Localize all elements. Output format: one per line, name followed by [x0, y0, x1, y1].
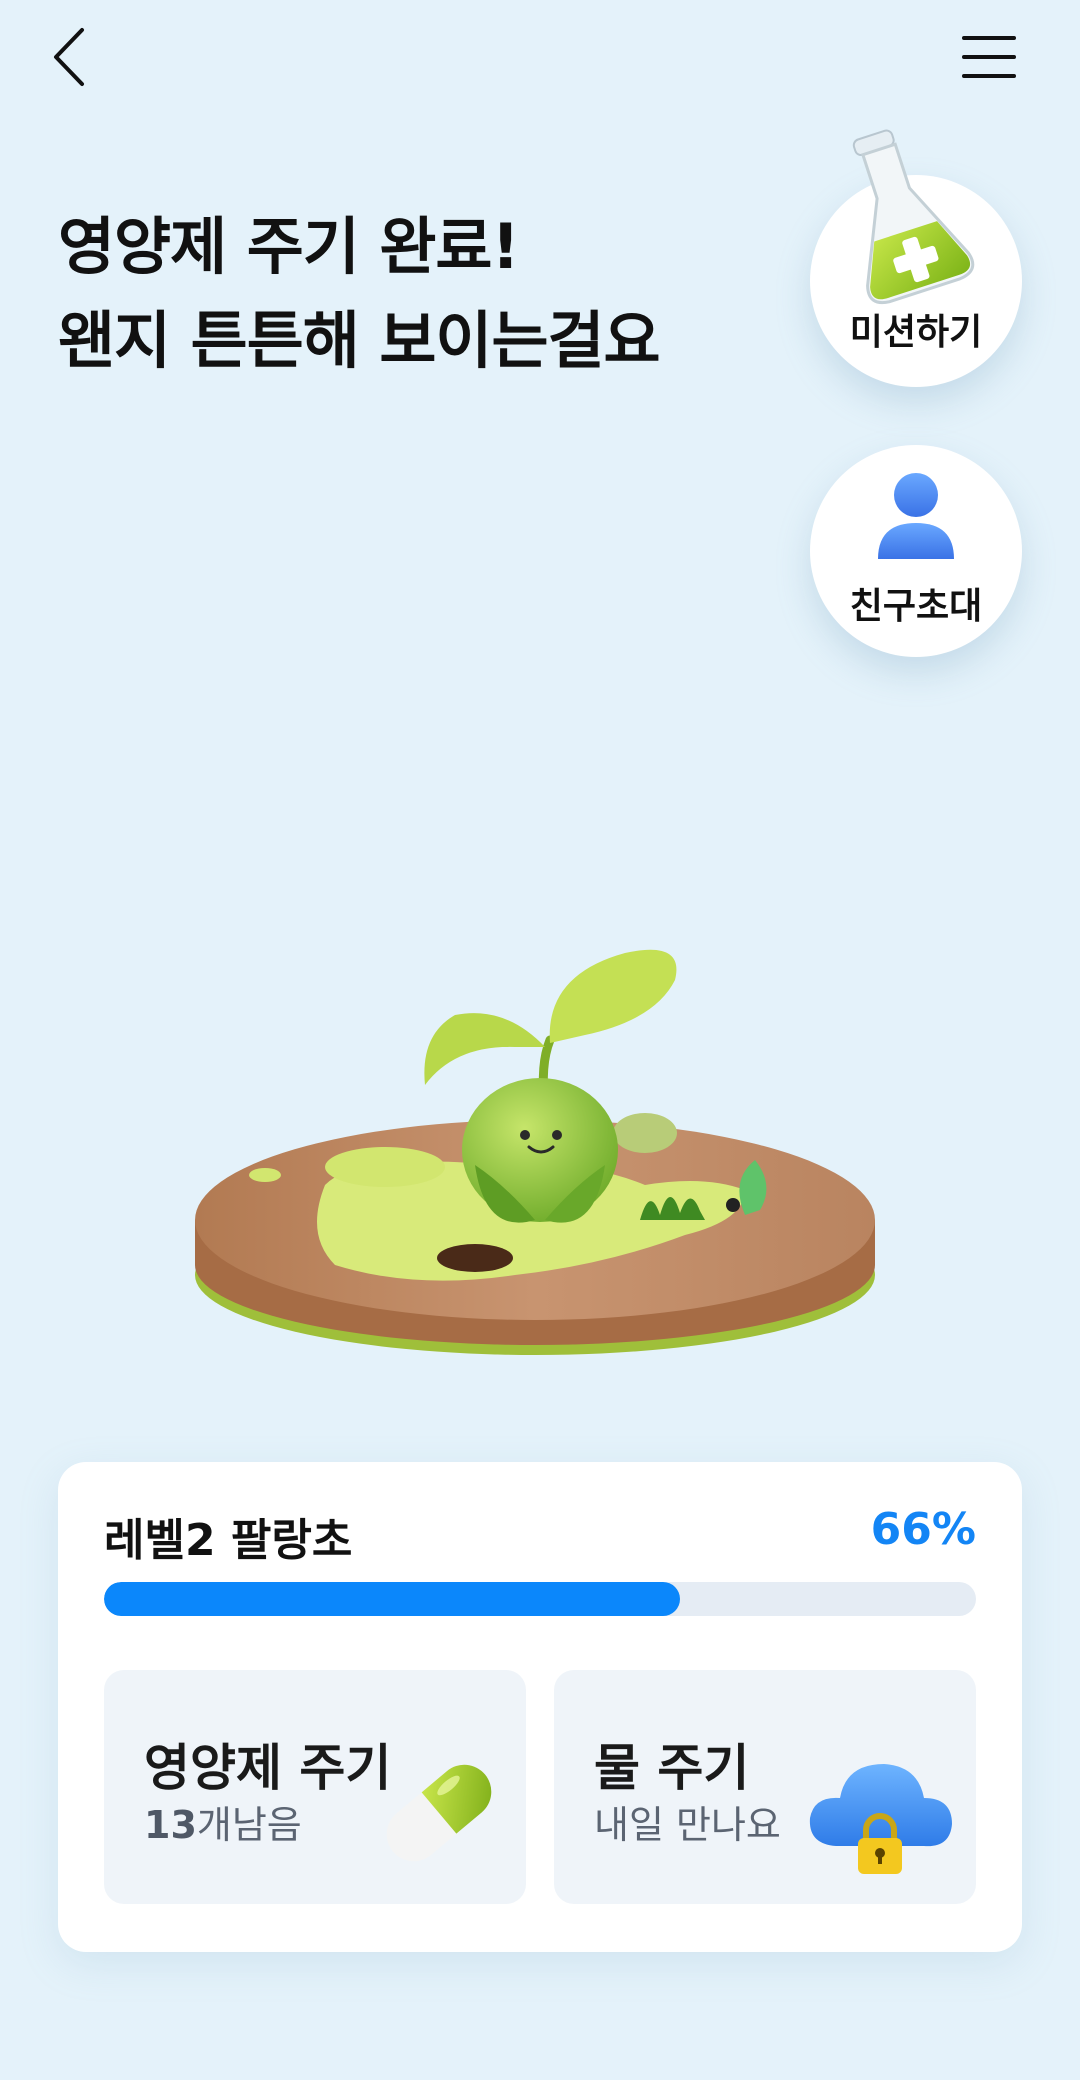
level-progress-bar	[104, 1582, 976, 1616]
level-label: 레벨2 팔랑초	[104, 1515, 353, 1566]
nutrient-title: 영양제 주기	[144, 1739, 392, 1797]
level-progress-fill	[104, 1582, 680, 1616]
headline-line-1: 영양제 주기 완료!	[58, 210, 520, 283]
invite-friend-button[interactable]: 친구초대	[810, 445, 1022, 657]
nutrient-remaining: 13개남음	[144, 1794, 302, 1849]
pill-capsule-icon	[386, 1764, 492, 1862]
back-button[interactable]	[40, 22, 104, 92]
locked-cloud-icon	[809, 1764, 952, 1874]
give-nutrient-button[interactable]: 영양제 주기 13개남음	[104, 1670, 526, 1904]
headline: 영양제 주기 완료! 왠지 튼튼해 보이는걸요	[58, 200, 661, 388]
top-bar	[0, 0, 1080, 115]
nutrient-remaining-suffix: 개남음	[196, 1803, 302, 1847]
menu-button[interactable]	[954, 24, 1024, 90]
hamburger-menu-icon	[962, 36, 1016, 78]
growth-card: 레벨2 팔랑초 66% 영양제 주기 13개남음 물 주기 내일 만나요	[58, 1462, 1022, 1952]
level-percent: 66%	[870, 1504, 976, 1555]
water-title: 물 주기	[594, 1739, 750, 1797]
headline-line-2: 왠지 튼튼해 보이는걸요	[58, 304, 661, 377]
nutrient-count: 13	[144, 1803, 197, 1847]
flask-icon	[852, 129, 975, 305]
chevron-left-icon	[54, 28, 84, 86]
invite-label: 친구초대	[849, 586, 983, 627]
person-icon	[878, 473, 954, 559]
sprout-plant-illustration	[195, 949, 875, 1355]
water-subtitle: 내일 만나요	[594, 1803, 781, 1847]
give-water-button[interactable]: 물 주기 내일 만나요	[554, 1670, 976, 1904]
